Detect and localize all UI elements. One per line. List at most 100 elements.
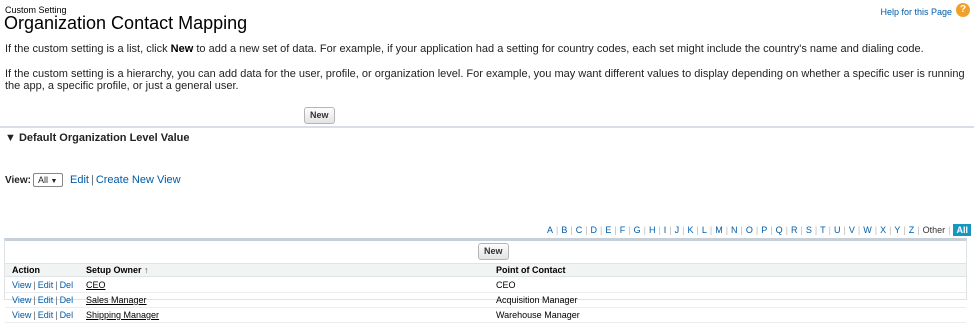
alpha-filter-n[interactable]: N (731, 225, 738, 235)
setup-owner-link[interactable]: CEO (86, 280, 106, 290)
page-title: Organization Contact Mapping (4, 13, 248, 33)
edit-link[interactable]: Edit (38, 310, 54, 320)
separator: | (33, 280, 36, 290)
alpha-filter-other[interactable]: Other (923, 225, 946, 235)
intro-hierarchy-paragraph: If the custom setting is a hierarchy, yo… (5, 68, 965, 92)
separator: | (903, 225, 906, 235)
section-title: Default Organization Level Value (18, 132, 190, 144)
alpha-filter-u[interactable]: U (834, 225, 841, 235)
delete-link[interactable]: Del (60, 280, 74, 290)
alpha-filter: A | B | C | D | E | F | G | H | I | J | K | L | M | N | O | P | Q | R | S | T |… (547, 224, 971, 236)
separator: | (614, 225, 617, 235)
view-links: Edit | Create New View (70, 174, 181, 186)
alpha-filter-z[interactable]: Z (909, 225, 915, 235)
separator: | (90, 174, 94, 186)
alpha-filter-j[interactable]: J (675, 225, 680, 235)
separator: | (628, 225, 631, 235)
intro-list-text-bold: New (170, 43, 194, 55)
column-header-setup-owner[interactable]: Setup Owner ↑ (86, 265, 149, 275)
intro-list-paragraph: If the custom setting is a list, click N… (5, 43, 967, 55)
new-button[interactable]: New (304, 107, 335, 124)
alpha-filter-y[interactable]: Y (894, 225, 900, 235)
view-link[interactable]: View (12, 310, 31, 320)
list-new-button[interactable]: New (478, 243, 509, 260)
separator: | (55, 310, 58, 320)
separator: | (709, 225, 713, 235)
alpha-filter-a[interactable]: A (547, 225, 553, 235)
view-label: View: (5, 175, 31, 186)
edit-view-link[interactable]: Edit (70, 174, 89, 186)
separator: | (55, 295, 58, 305)
alpha-filter-all[interactable]: All (953, 224, 971, 236)
table-row: View | Edit | Del CEO CEO (5, 278, 966, 293)
separator: | (570, 225, 573, 235)
table-header: Action Setup Owner ↑ Point of Contact (5, 263, 966, 277)
setup-owner-link[interactable]: Sales Manager (86, 295, 147, 305)
alpha-filter-e[interactable]: E (605, 225, 611, 235)
separator: | (33, 310, 36, 320)
setup-owner-link[interactable]: Shipping Manager (86, 310, 159, 320)
separator: | (55, 280, 58, 290)
separator: | (555, 225, 559, 235)
alpha-filter-l[interactable]: L (702, 225, 707, 235)
alpha-filter-c[interactable]: C (576, 225, 583, 235)
alpha-filter-o[interactable]: O (746, 225, 753, 235)
separator: | (696, 225, 699, 235)
section-header[interactable]: ▼ Default Organization Level Value (5, 132, 190, 144)
delete-link[interactable]: Del (60, 295, 74, 305)
alpha-filter-f[interactable]: F (620, 225, 626, 235)
separator: | (669, 225, 672, 235)
collapse-arrow-icon[interactable]: ▼ (5, 132, 16, 144)
alpha-filter-s[interactable]: S (806, 225, 812, 235)
alpha-filter-r[interactable]: R (791, 225, 798, 235)
create-new-view-link[interactable]: Create New View (96, 174, 181, 186)
intro-list-text-after: to add a new set of data. For example, i… (193, 43, 924, 55)
separator: | (755, 225, 759, 235)
view-select-value: All (38, 175, 49, 185)
column-header-action: Action (12, 265, 40, 275)
separator: | (889, 225, 892, 235)
view-link[interactable]: View (12, 280, 31, 290)
alpha-filter-h[interactable]: H (649, 225, 656, 235)
edit-link[interactable]: Edit (38, 295, 54, 305)
row-actions: View | Edit | Del (12, 310, 73, 320)
view-select[interactable]: All ▼ (33, 173, 63, 187)
point-of-contact: Acquisition Manager (496, 295, 578, 305)
separator: | (828, 225, 832, 235)
alpha-filter-k[interactable]: K (687, 225, 693, 235)
chevron-down-icon: ▼ (50, 178, 58, 185)
separator: | (682, 225, 685, 235)
help-link[interactable]: Help for this Page (880, 7, 952, 17)
list-table: New Action Setup Owner ↑ Point of Contac… (4, 238, 967, 323)
alpha-filter-q[interactable]: Q (776, 225, 783, 235)
column-header-point-of-contact: Point of Contact (496, 265, 566, 275)
table-row: View | Edit | Del Shipping Manager Warehouse M… (5, 308, 966, 323)
alpha-filter-w[interactable]: W (863, 225, 872, 235)
separator: | (740, 225, 743, 235)
separator: | (800, 225, 803, 235)
section-divider (0, 126, 974, 128)
separator: | (585, 225, 588, 235)
view-link[interactable]: View (12, 295, 31, 305)
alpha-filter-i[interactable]: I (664, 225, 667, 235)
alpha-filter-t[interactable]: T (820, 225, 826, 235)
edit-link[interactable]: Edit (38, 280, 54, 290)
alpha-filter-d[interactable]: D (591, 225, 598, 235)
alpha-filter-v[interactable]: V (849, 225, 855, 235)
separator: | (785, 225, 788, 235)
separator: | (770, 225, 773, 235)
alpha-filter-x[interactable]: X (880, 225, 886, 235)
alpha-filter-p[interactable]: P (761, 225, 767, 235)
alpha-filter-g[interactable]: G (634, 225, 641, 235)
alpha-filter-b[interactable]: B (561, 225, 567, 235)
row-actions: View | Edit | Del (12, 295, 73, 305)
separator: | (857, 225, 861, 235)
alpha-filter-m[interactable]: M (715, 225, 723, 235)
separator: | (874, 225, 878, 235)
delete-link[interactable]: Del (60, 310, 74, 320)
row-actions: View | Edit | Del (12, 280, 73, 290)
separator: | (643, 225, 646, 235)
separator: | (600, 225, 603, 235)
point-of-contact: CEO (496, 280, 516, 290)
help-icon[interactable]: ? (956, 3, 970, 17)
